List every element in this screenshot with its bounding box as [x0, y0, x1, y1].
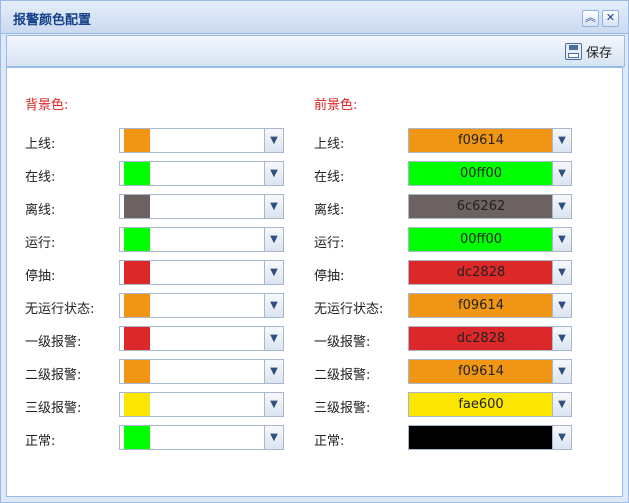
foreground-row-label: 无运行状态: — [314, 302, 384, 317]
color-swatch — [124, 162, 150, 185]
foreground-color-picker[interactable]: 00ff00 ▼ — [408, 227, 572, 252]
save-button[interactable]: 保存 — [564, 40, 612, 62]
background-section-title: 背景色: — [25, 98, 69, 113]
foreground-color-value: dc2828 — [409, 327, 553, 350]
chevron-down-icon[interactable]: ▼ — [264, 360, 283, 383]
foreground-color-picker[interactable]: f09614 ▼ — [408, 128, 572, 153]
foreground-row-label: 停抽: — [314, 269, 345, 284]
foreground-color-value: 00ff00 — [409, 228, 553, 251]
color-swatch — [124, 261, 150, 284]
background-color-picker[interactable]: ▼ — [119, 425, 284, 450]
color-swatch — [124, 129, 150, 152]
foreground-row-label: 运行: — [314, 236, 345, 251]
foreground-row-label: 在线: — [314, 170, 345, 185]
chevron-down-icon[interactable]: ▼ — [264, 162, 283, 185]
chevron-down-icon[interactable]: ▼ — [264, 393, 283, 416]
chevron-down-icon[interactable]: ▼ — [552, 261, 571, 284]
foreground-color-picker[interactable]: dc2828 ▼ — [408, 260, 572, 285]
foreground-row-label: 二级报警: — [314, 368, 371, 383]
alarm-color-window: 报警颜色配置 ︽ ✕ 保存 背景色: 前景色: 上线: ▼ 上线: f09614 ▼ 在线… — [0, 0, 629, 503]
background-row-label: 无运行状态: — [25, 302, 95, 317]
chevron-down-icon[interactable]: ▼ — [552, 393, 571, 416]
background-color-picker[interactable]: ▼ — [119, 194, 284, 219]
foreground-color-picker[interactable]: ▼ — [408, 425, 572, 450]
chevron-down-icon[interactable]: ▼ — [264, 261, 283, 284]
chevron-down-icon[interactable]: ▼ — [264, 129, 283, 152]
background-row-label: 一级报警: — [25, 335, 82, 350]
foreground-color-value: f09614 — [409, 129, 553, 152]
foreground-color-value: f09614 — [409, 360, 553, 383]
title-bar: 报警颜色配置 ︽ ✕ — [1, 1, 628, 34]
foreground-row-label: 离线: — [314, 203, 345, 218]
background-color-picker[interactable]: ▼ — [119, 293, 284, 318]
chevron-down-icon[interactable]: ▼ — [552, 426, 571, 449]
chevron-down-icon[interactable]: ▼ — [264, 228, 283, 251]
background-row-label: 离线: — [25, 203, 56, 218]
foreground-section-title: 前景色: — [314, 98, 358, 113]
color-swatch — [124, 294, 150, 317]
foreground-color-value: fae600 — [409, 393, 553, 416]
background-row-label: 三级报警: — [25, 401, 82, 416]
foreground-color-picker[interactable]: fae600 ▼ — [408, 392, 572, 417]
chevron-down-icon[interactable]: ▼ — [264, 327, 283, 350]
window-title: 报警颜色配置 — [13, 13, 92, 28]
foreground-row-label: 上线: — [314, 137, 345, 152]
chevron-down-icon[interactable]: ▼ — [552, 162, 571, 185]
background-row-label: 二级报警: — [25, 368, 82, 383]
foreground-color-picker[interactable]: 6c6262 ▼ — [408, 194, 572, 219]
color-config-panel: 背景色: 前景色: 上线: ▼ 上线: f09614 ▼ 在线: ▼ 在线: 00ff00 ▼ 离线… — [6, 67, 623, 497]
color-swatch — [124, 360, 150, 383]
close-icon[interactable]: ✕ — [602, 10, 619, 27]
background-row-label: 在线: — [25, 170, 56, 185]
foreground-row-label: 正常: — [314, 434, 345, 449]
foreground-color-picker[interactable]: f09614 ▼ — [408, 293, 572, 318]
background-row-label: 上线: — [25, 137, 56, 152]
color-swatch — [124, 393, 150, 416]
background-color-picker[interactable]: ▼ — [119, 392, 284, 417]
chevron-down-icon[interactable]: ▼ — [552, 360, 571, 383]
foreground-color-value: 00ff00 — [409, 162, 553, 185]
foreground-color-value: 6c6262 — [409, 195, 553, 218]
chevron-down-icon[interactable]: ▼ — [264, 195, 283, 218]
chevron-down-icon[interactable]: ▼ — [552, 228, 571, 251]
background-color-picker[interactable]: ▼ — [119, 326, 284, 351]
background-color-picker[interactable]: ▼ — [119, 260, 284, 285]
foreground-color-picker[interactable]: 00ff00 ▼ — [408, 161, 572, 186]
color-swatch — [124, 228, 150, 251]
collapse-icon[interactable]: ︽ — [582, 10, 599, 27]
color-swatch — [124, 327, 150, 350]
chevron-down-icon[interactable]: ▼ — [264, 294, 283, 317]
color-swatch — [124, 426, 150, 449]
foreground-color-value: f09614 — [409, 294, 553, 317]
chevron-down-icon[interactable]: ▼ — [552, 129, 571, 152]
color-swatch — [124, 195, 150, 218]
foreground-color-picker[interactable]: dc2828 ▼ — [408, 326, 572, 351]
chevron-down-icon[interactable]: ▼ — [552, 294, 571, 317]
foreground-color-value — [409, 426, 553, 449]
chevron-down-icon[interactable]: ▼ — [552, 195, 571, 218]
chevron-down-icon[interactable]: ▼ — [264, 426, 283, 449]
background-row-label: 运行: — [25, 236, 56, 251]
foreground-color-picker[interactable]: f09614 ▼ — [408, 359, 572, 384]
background-color-picker[interactable]: ▼ — [119, 128, 284, 153]
foreground-row-label: 一级报警: — [314, 335, 371, 350]
toolbar: 保存 — [6, 35, 625, 67]
background-color-picker[interactable]: ▼ — [119, 359, 284, 384]
floppy-disk-icon — [564, 42, 582, 60]
foreground-row-label: 三级报警: — [314, 401, 371, 416]
chevron-down-icon[interactable]: ▼ — [552, 327, 571, 350]
background-row-label: 正常: — [25, 434, 56, 449]
foreground-color-value: dc2828 — [409, 261, 553, 284]
save-label: 保存 — [585, 45, 612, 61]
background-color-picker[interactable]: ▼ — [119, 227, 284, 252]
background-row-label: 停抽: — [25, 269, 56, 284]
background-color-picker[interactable]: ▼ — [119, 161, 284, 186]
